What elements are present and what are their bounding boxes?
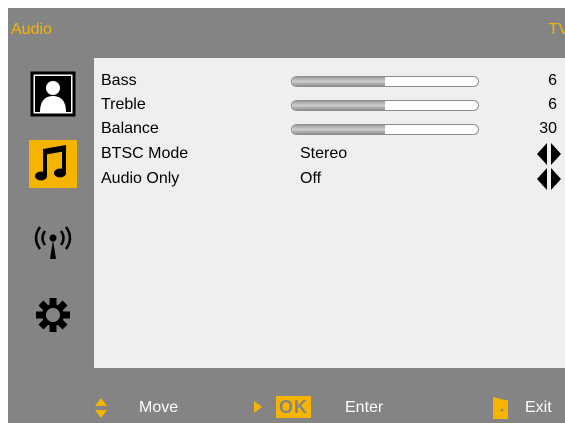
menu-row-bass[interactable]: Bass 6 bbox=[94, 70, 565, 93]
category-sidebar bbox=[8, 56, 94, 368]
btsc-mode-value: Stereo bbox=[300, 145, 348, 162]
audio-settings-panel: Bass 6 Treble 6 Balance 30 BTSC Mode Ste… bbox=[94, 58, 565, 368]
audio-only-value: Off bbox=[300, 170, 322, 187]
treble-slider[interactable] bbox=[291, 100, 479, 111]
balance-value: 30 bbox=[539, 120, 557, 137]
audio-only-label: Audio Only bbox=[101, 170, 180, 187]
balance-slider[interactable] bbox=[291, 124, 479, 135]
menu-row-btsc-mode[interactable]: BTSC Mode Stereo bbox=[94, 143, 565, 166]
menu-row-balance[interactable]: Balance 30 bbox=[94, 118, 565, 141]
balance-label: Balance bbox=[101, 120, 159, 137]
ok-key-badge: OK bbox=[276, 396, 311, 418]
sidebar-item-picture[interactable] bbox=[29, 70, 77, 118]
up-down-arrow-icon bbox=[95, 398, 107, 418]
right-arrow-icon bbox=[254, 401, 262, 413]
enter-hint: Enter bbox=[345, 399, 384, 416]
left-right-arrows-icon[interactable] bbox=[537, 168, 561, 190]
bass-slider[interactable] bbox=[291, 76, 479, 87]
help-bar: Move OK Enter Exit bbox=[8, 368, 565, 423]
menu-title: Audio bbox=[11, 21, 52, 38]
bass-value: 6 bbox=[548, 72, 557, 89]
antenna-signal-icon bbox=[34, 226, 72, 259]
menu-row-treble[interactable]: Treble 6 bbox=[94, 94, 565, 117]
music-note-icon bbox=[35, 145, 66, 181]
treble-label: Treble bbox=[101, 96, 146, 113]
exit-hint: Exit bbox=[525, 399, 552, 416]
tv-osd-menu: Audio TV Bass 6 Treble 6 Balance 30 BTSC… bbox=[8, 8, 565, 423]
sidebar-item-audio[interactable] bbox=[29, 140, 77, 188]
btsc-mode-label: BTSC Mode bbox=[101, 145, 189, 162]
picture-icon bbox=[30, 71, 76, 117]
bass-label: Bass bbox=[101, 72, 137, 89]
treble-value: 6 bbox=[548, 96, 557, 113]
gear-icon bbox=[36, 298, 70, 332]
exit-door-icon bbox=[493, 397, 508, 419]
left-right-arrows-icon[interactable] bbox=[537, 143, 561, 165]
title-bar: Audio TV bbox=[8, 8, 565, 56]
sidebar-item-setup[interactable] bbox=[29, 291, 77, 339]
sidebar-item-channel[interactable] bbox=[29, 217, 77, 265]
menu-row-audio-only[interactable]: Audio Only Off bbox=[94, 168, 565, 191]
source-label: TV bbox=[548, 21, 565, 38]
move-hint: Move bbox=[139, 399, 179, 416]
